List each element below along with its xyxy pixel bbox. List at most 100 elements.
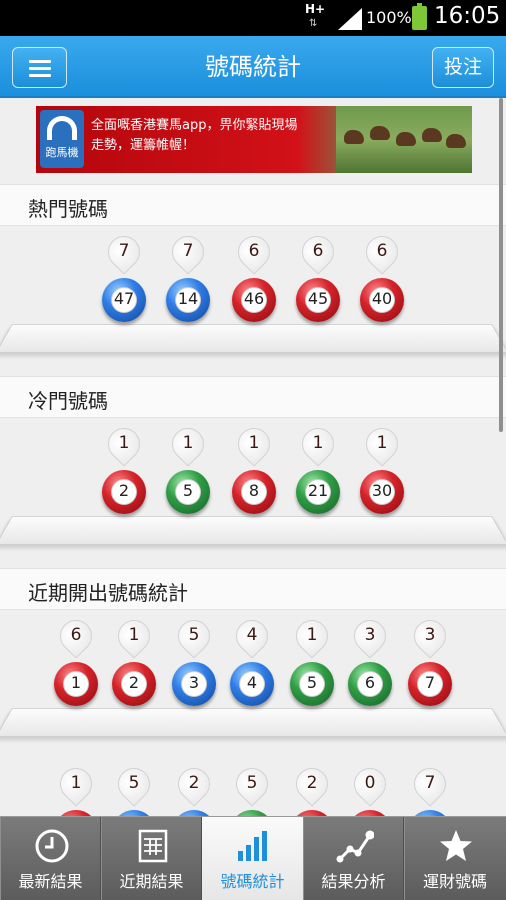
- draw-count: 5: [188, 625, 200, 645]
- ad-line-1: 全面嘅香港賽馬app，畀你緊貼現場: [91, 118, 298, 133]
- draw-count: 2: [188, 773, 200, 793]
- ball-number: 7: [424, 673, 436, 692]
- draw-count: 7: [118, 241, 130, 261]
- ball-number: 4: [246, 673, 258, 692]
- page-title: 號碼統計: [205, 53, 301, 81]
- ball-row-cold: 1 2 1 5 1 8 1 21 1 30: [0, 418, 506, 558]
- ball-number: 1: [70, 673, 82, 692]
- battery-icon: [412, 3, 427, 30]
- lottery-ball-blue: 14: [166, 278, 210, 322]
- lottery-ball-red: 30: [360, 470, 404, 514]
- star-icon: [440, 830, 472, 861]
- tab-recent-results[interactable]: 近期結果: [101, 817, 202, 900]
- ball-number: 2: [118, 481, 130, 500]
- section-title: 近期開出號碼統計: [28, 581, 188, 605]
- ball-number: 21: [307, 481, 329, 500]
- number-stat-item: 44: [228, 610, 276, 740]
- app-screen: H+ ⇅ 100% 16:05 號碼統計 投注 跑馬機 全面嘅香港賽馬app，畀…: [0, 0, 506, 900]
- number-stat-item: 15: [288, 610, 336, 740]
- draw-count: 1: [118, 433, 130, 453]
- draw-count: 3: [424, 625, 436, 645]
- ad-line-2: 走勢，運籌帷幄！: [91, 138, 196, 153]
- draw-count: 7: [182, 241, 194, 261]
- lottery-ball-blue: 47: [102, 278, 146, 322]
- draw-count: 2: [306, 773, 318, 793]
- number-stat-item: 7 14: [164, 226, 212, 356]
- section-header-recent: 近期開出號碼統計: [0, 568, 506, 610]
- lottery-ball-red: 8: [232, 470, 276, 514]
- draw-count: 6: [312, 241, 324, 261]
- ball-number: 47: [113, 289, 135, 308]
- lottery-ball-red: 2: [102, 470, 146, 514]
- bet-button[interactable]: 投注: [432, 47, 494, 88]
- ball-number: 30: [371, 481, 393, 500]
- tab-latest-results[interactable]: 最新結果: [0, 817, 101, 900]
- status-bar: H+ ⇅ 100% 16:05: [0, 0, 506, 36]
- section-header-hot: 熱門號碼: [0, 184, 506, 226]
- ball-row-hot: 7 47 7 14 6 46 6 45 6 40: [0, 226, 506, 366]
- lottery-ball-green: 5: [166, 470, 210, 514]
- signal-icon: [338, 8, 362, 30]
- lottery-ball-blue: 4: [230, 662, 274, 706]
- scrollbar[interactable]: [499, 98, 503, 432]
- tab-label: 最新結果: [18, 872, 83, 891]
- horseshoe-icon: [47, 116, 77, 140]
- bar-chart-icon: [238, 831, 267, 861]
- tab-lucky-numbers[interactable]: 運財號碼: [404, 817, 505, 900]
- draw-count: 3: [364, 625, 376, 645]
- ball-number: 14: [177, 289, 199, 308]
- lottery-ball-green: 6: [348, 662, 392, 706]
- ad-banner[interactable]: 跑馬機 全面嘅香港賽馬app，畀你緊貼現場 走勢，運籌帷幄！: [36, 106, 472, 173]
- ball-number: 3: [188, 673, 200, 692]
- lottery-ball-red: 40: [360, 278, 404, 322]
- stats-content[interactable]: 跑馬機 全面嘅香港賽馬app，畀你緊貼現場 走勢，運籌帷幄！ 熱門號碼 7 47 7…: [0, 98, 506, 816]
- tab-label: 結果分析: [321, 872, 386, 891]
- data-activity-icon: ⇅: [309, 18, 318, 29]
- section-title: 熱門號碼: [28, 197, 108, 221]
- battery-percent: 100%: [366, 8, 412, 27]
- bottom-nav: 最新結果 近期結果 號碼統計 結果分析 運財號碼: [0, 816, 506, 900]
- ball-number: 45: [307, 289, 329, 308]
- number-stat-item: 6 45: [294, 226, 342, 356]
- number-stat-item: 1 21: [294, 418, 342, 548]
- draw-count: 1: [376, 433, 388, 453]
- ball-number: 5: [306, 673, 318, 692]
- ball-number: 46: [243, 289, 265, 308]
- number-stat-item: 36: [346, 610, 394, 740]
- hamburger-menu-icon[interactable]: [12, 47, 67, 88]
- section-header-cold: 冷門號碼: [0, 376, 506, 418]
- tab-number-stats[interactable]: 號碼統計: [202, 817, 303, 900]
- draw-count: 6: [70, 625, 82, 645]
- ad-text: 全面嘅香港賽馬app，畀你緊貼現場 走勢，運籌帷幄！: [91, 116, 341, 156]
- tab-label: 號碼統計: [220, 872, 285, 891]
- number-stat-item: 6 40: [358, 226, 406, 356]
- number-stat-item: 53: [170, 610, 218, 740]
- draw-count: 1: [306, 625, 318, 645]
- tab-result-analysis[interactable]: 結果分析: [303, 817, 404, 900]
- tab-label: 近期結果: [119, 872, 184, 891]
- number-stat-item: 5: [228, 758, 276, 816]
- clock-icon: [35, 829, 69, 863]
- number-stat-item: 15: [164, 418, 212, 548]
- number-stat-item: 6 46: [230, 226, 278, 356]
- lottery-ball-red: 2: [112, 662, 156, 706]
- ball-row-recent-2: 1 5 2 5 2 0 7: [0, 758, 506, 816]
- number-stat-item: 7 47: [100, 226, 148, 356]
- lottery-ball-green: 5: [290, 662, 334, 706]
- line-chart-icon: [336, 830, 374, 863]
- clock-time: 16:05: [434, 3, 501, 29]
- draw-count: 1: [312, 433, 324, 453]
- lottery-ball-green: 21: [296, 470, 340, 514]
- ball-number: 8: [248, 481, 260, 500]
- ad-app-logo: 跑馬機: [40, 110, 84, 168]
- lottery-ball-blue: 3: [172, 662, 216, 706]
- draw-count: 1: [70, 773, 82, 793]
- ball-number: 40: [371, 289, 393, 308]
- number-stat-item: 18: [230, 418, 278, 548]
- number-stat-item: 12: [100, 418, 148, 548]
- lottery-ball-red: 45: [296, 278, 340, 322]
- draw-count: 1: [182, 433, 194, 453]
- lottery-ball-red: 46: [232, 278, 276, 322]
- number-stat-item: 12: [110, 610, 158, 740]
- calendar-grid-icon: [138, 829, 168, 863]
